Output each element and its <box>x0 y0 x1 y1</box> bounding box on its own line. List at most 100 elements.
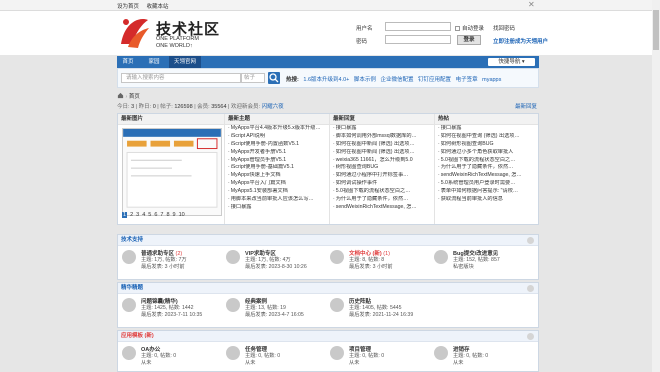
nav-item-space[interactable]: 家园 <box>143 56 165 68</box>
list-item[interactable]: 如何通过小程序中打开标签事… <box>333 172 434 180</box>
forum-name[interactable]: 普通求助专区 (2) <box>141 249 182 257</box>
list-item[interactable]: 树形视图查询BUG <box>333 164 434 172</box>
list-item[interactable]: 5.0系统管理员用户登录时需要… <box>438 180 538 188</box>
list-item[interactable]: MyApps平台4.4版本升级5.x版本升级… <box>228 125 329 133</box>
forum-name[interactable]: 经典案例 <box>245 297 267 305</box>
pager-page[interactable]: 9 <box>173 212 176 218</box>
forum-name[interactable]: VIP求助专区 <box>245 249 276 257</box>
list-item[interactable]: 接口暴露 <box>228 204 329 212</box>
list-item[interactable]: sendWeixinRichTextMessage, 怎… <box>438 172 538 180</box>
bookmark-link[interactable]: 收藏本站 <box>147 4 169 10</box>
nav-item-official[interactable]: 天翎官网 <box>169 56 201 68</box>
list-item[interactable]: 表单中如何根据问答提示: "请校… <box>438 188 538 196</box>
username-input[interactable] <box>385 22 451 31</box>
list-item[interactable]: 如何树形视图查询BUG <box>438 141 538 149</box>
pager-page[interactable]: 7 <box>160 212 163 218</box>
forum-card[interactable]: 文档中心 (新) (1) 主题: 8, 帖数: 8 最后发表: 3 小时前 <box>330 249 430 277</box>
list-item[interactable]: 5.0视图下载的流程状态空白之… <box>333 188 434 196</box>
quick-nav-button[interactable]: 快捷导航 ▾ <box>488 58 535 66</box>
set-home-link[interactable]: 设为首页 <box>117 4 139 10</box>
list-item[interactable]: MyApps5.1安装部署文档 <box>228 188 329 196</box>
auto-login-checkbox[interactable]: 自动登录 <box>455 24 484 32</box>
list-item[interactable]: 如何在视图中查询 (筛选) 出选项… <box>438 133 538 141</box>
forum-name[interactable]: 问题锦囊(精华) <box>141 297 178 305</box>
forum-card[interactable]: 进销存 主题: 0, 帖数: 0 从未 <box>434 345 534 372</box>
pager-page[interactable]: 8 <box>166 212 169 218</box>
forum-name[interactable]: Bug提交/改进意见 <box>453 249 498 257</box>
list-item[interactable]: iScript使用手册-基础篇V5.1 <box>228 164 329 172</box>
site-logo[interactable]: 技术社区 ONE PLATFORM ONE WORLD↑ <box>118 14 308 52</box>
list-item[interactable]: iScript API说明 <box>228 133 329 141</box>
forum-card[interactable]: 项目管理 主题: 0, 帖数: 0 从未 <box>330 345 430 372</box>
password-input[interactable] <box>385 35 451 44</box>
register-link[interactable]: 立即注册成为天翎用户 <box>493 37 548 45</box>
list-item[interactable]: 接口暴露 <box>333 125 434 133</box>
pager-page[interactable]: 3 <box>136 212 139 218</box>
search-button[interactable] <box>268 72 280 84</box>
forum-name[interactable]: 历史阵贴 <box>349 297 371 305</box>
forum-name[interactable]: 任务管理 <box>245 345 267 353</box>
list-item[interactable]: MyApps平台入门篇文档 <box>228 180 329 188</box>
forum-card[interactable]: 历史阵贴 主题: 1405, 帖数: 5445 最后发表: 2021-11-24 … <box>330 297 430 325</box>
pager-page[interactable]: 1 <box>122 212 128 218</box>
forum-name[interactable]: 进销存 <box>453 345 470 353</box>
nav-item-home[interactable]: 首页 <box>117 56 139 68</box>
forum-card[interactable]: Bug提交/改进意见 主题: 152, 帖数: 857 私密版块 <box>434 249 534 277</box>
forum-card[interactable]: OA办公 主题: 0, 帖数: 0 从未 <box>122 345 222 372</box>
list-item[interactable]: 为什么用于了隐藏条件，依然… <box>438 164 538 172</box>
list-item[interactable]: MyApps管理员手册V5.1 <box>228 157 329 165</box>
pager-page[interactable]: 6 <box>154 212 157 218</box>
close-icon[interactable]: ✕ <box>528 0 535 9</box>
list-item[interactable]: 脚本如何调用外部mssql数据库的… <box>333 133 434 141</box>
forum-card[interactable]: 普通求助专区 (2) 主题: 1万, 帖数: 7万 最后发表: 3 小时前 <box>122 249 222 277</box>
search-type-select[interactable]: 帖子 <box>241 73 265 83</box>
list-item[interactable]: iScript使用手册-内置函数V5.1 <box>228 141 329 149</box>
list-item[interactable]: 用脚本来改当前审批人应该怎么写… <box>228 196 329 204</box>
list-item[interactable]: weixia365 11661，怎么升级到5.0 <box>333 157 434 165</box>
hot-item[interactable]: 电子签章 <box>456 77 478 83</box>
latest-replies-link[interactable]: 最新回复 <box>515 102 537 110</box>
list-item[interactable]: 接口暴露 <box>438 125 538 133</box>
forum-card[interactable]: 任务管理 主题: 0, 帖数: 0 从未 <box>226 345 326 372</box>
section-header[interactable]: 精华精题 <box>118 283 538 294</box>
hot-item[interactable]: 钉钉应用配置 <box>418 77 451 83</box>
latest-image-thumbnail[interactable] <box>122 128 222 216</box>
search-input[interactable]: 请输入搜索内容 <box>121 73 241 83</box>
collapse-icon[interactable] <box>527 333 534 340</box>
breadcrumb-home[interactable]: 首页 <box>129 94 140 100</box>
collapse-icon[interactable] <box>527 285 534 292</box>
forum-card[interactable]: VIP求助专区 主题: 1万, 帖数: 4万 最后发表: 2023-8-30 10… <box>226 249 326 277</box>
section-header[interactable]: 应用模板 (新) <box>118 331 538 342</box>
hot-item[interactable]: 企业微信配置 <box>380 77 413 83</box>
list-item[interactable]: 如何在视图中新闻 (筛选) 出选项… <box>333 149 434 157</box>
forum-card[interactable]: 经典案例 主题: 13, 帖数: 19 最后发表: 2023-4-7 16:05 <box>226 297 326 325</box>
forum-name[interactable]: OA办公 <box>141 345 160 353</box>
list-item[interactable]: MyApps开发者手册V5.1 <box>228 149 329 157</box>
pager-page[interactable]: 10 <box>179 212 185 218</box>
pager-page[interactable]: 2 <box>130 212 133 218</box>
list-item[interactable]: 如何通过小多个角色获取审批人 <box>438 149 538 157</box>
list-item[interactable]: MyApps快速上手文档 <box>228 172 329 180</box>
list-item[interactable]: sendWeixinRichTextMessage, 怎… <box>333 204 434 212</box>
collapse-icon[interactable] <box>527 237 534 244</box>
list-item[interactable]: 为什么用于了隐藏条件，依然… <box>333 196 434 204</box>
hot-item[interactable]: 1.6版本升级到4.0+ <box>303 77 349 83</box>
forum-name[interactable]: 文档中心 (新) (1) <box>349 249 390 257</box>
list-item[interactable]: 5.0视图下载的流程状态空白之… <box>438 157 538 165</box>
pager-page[interactable]: 4 <box>142 212 145 218</box>
hot-item[interactable]: 脚本示例 <box>354 77 376 83</box>
pager-page[interactable]: 5 <box>148 212 151 218</box>
login-button[interactable]: 登录 <box>457 35 481 45</box>
forum-card[interactable]: 问题锦囊(精华) 主题: 1425, 帖数: 1442 最后发表: 2023-7-… <box>122 297 222 325</box>
section-header[interactable]: 技术支持 <box>118 235 538 246</box>
home-icon[interactable] <box>117 92 124 99</box>
list-item[interactable]: 如何调试操作事件 <box>333 180 434 188</box>
hot-item[interactable]: myapps <box>482 77 501 83</box>
list-item[interactable]: 如何在视图中新闻 (筛选) 出选项… <box>333 141 434 149</box>
stats-newest-member[interactable]: 闪耀六夜 <box>262 104 284 110</box>
scrollbar-thumb[interactable] <box>653 10 659 50</box>
forgot-password-link[interactable]: 找回密码 <box>493 24 515 32</box>
forum-name[interactable]: 项目管理 <box>349 345 371 353</box>
list-item[interactable]: 获取流程当前审批人的信息 <box>438 196 538 204</box>
page-scrollbar[interactable] <box>652 0 660 372</box>
